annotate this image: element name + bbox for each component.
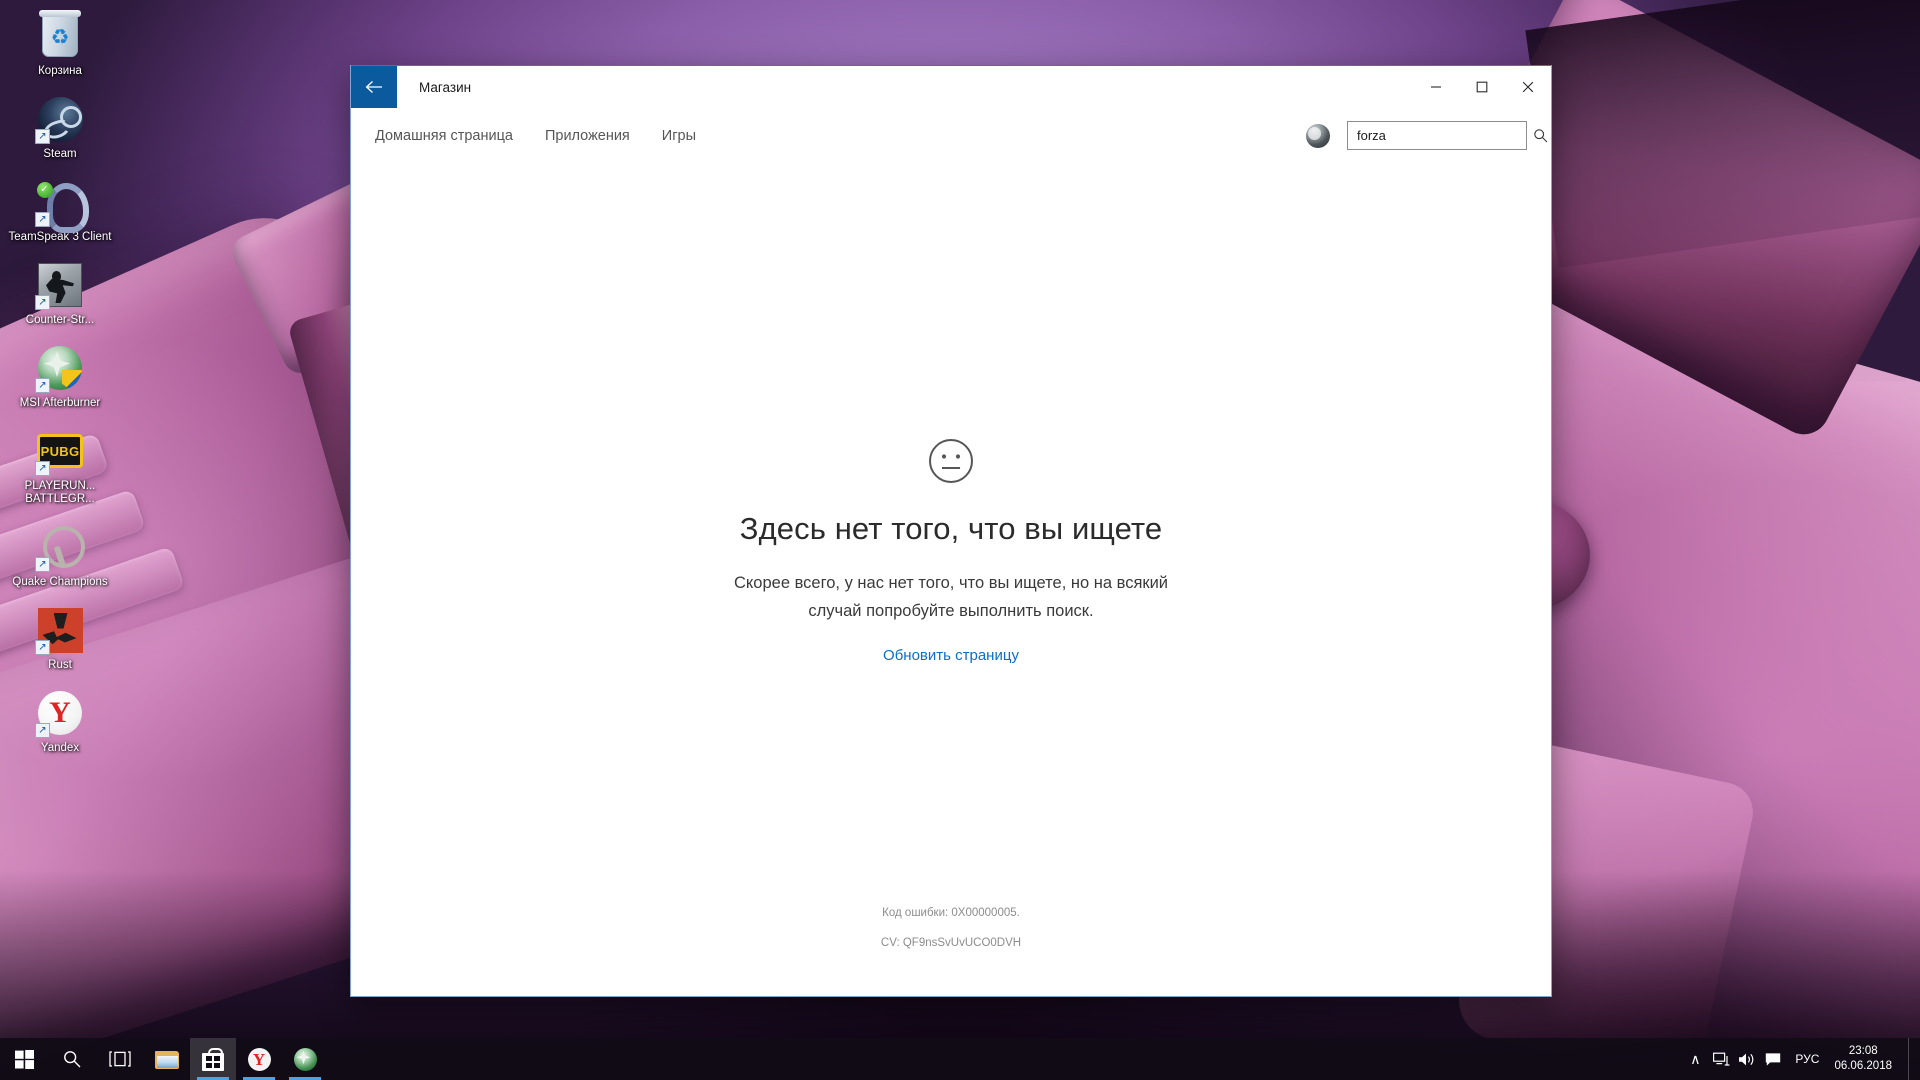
desktop-icon-label: Counter-Str... <box>25 314 95 326</box>
store-nav-right <box>1306 121 1548 150</box>
desktop-icon-steam[interactable]: ↗ Steam <box>0 89 120 163</box>
error-cv: CV: QF9nsSvUvUCO0DVH <box>880 937 1022 949</box>
desktop-icon-quake-champions[interactable]: ↗ Quake Champions <box>0 517 120 591</box>
language-indicator[interactable]: РУС <box>1786 1038 1828 1080</box>
pubg-icon: PUBG ↗ <box>35 427 84 476</box>
desktop-icon-label: Rust <box>48 659 72 671</box>
window-title: Магазин <box>419 79 472 95</box>
yandex-icon: Y <box>247 1047 271 1071</box>
desktop-icon-label: TeamSpeak 3 Client <box>8 231 112 243</box>
window-titlebar[interactable]: Магазин <box>351 65 1551 108</box>
desktop-icon-label: Корзина <box>38 65 82 77</box>
back-arrow-icon <box>365 81 382 93</box>
refresh-page-link[interactable]: Обновить страницу <box>883 647 1019 664</box>
desktop-screen: Корзина ↗ Steam ↗ TeamSpeak 3 Client ↗ C… <box>0 0 1920 1080</box>
magnifier-glyph <box>1534 129 1548 143</box>
tray-chevron-up-icon[interactable]: ∧ <box>1682 1038 1708 1080</box>
taskbar-yandex-browser[interactable]: Y <box>236 1038 282 1080</box>
desktop-icon-rust[interactable]: ↗ Rust <box>0 600 120 674</box>
close-icon <box>1522 81 1534 93</box>
shortcut-overlay-icon: ↗ <box>35 557 50 572</box>
search-input[interactable] <box>1357 128 1533 143</box>
avatar[interactable] <box>1306 123 1330 148</box>
msi-afterburner-icon <box>293 1047 317 1071</box>
search-icon <box>64 1051 81 1068</box>
store-nav-links: Домашняя страница Приложения Игры <box>373 122 698 150</box>
action-center-glyph <box>1766 1052 1781 1066</box>
desktop-icon-yandex[interactable]: Y ↗ Yandex <box>0 683 120 757</box>
desktop-icon-label: MSI Afterburner <box>19 397 101 409</box>
store-content-area: Здесь нет того, что вы ищете Скорее всег… <box>351 163 1551 996</box>
desktop-icon-msi-afterburner[interactable]: ↗ MSI Afterburner <box>0 338 120 412</box>
desktop-icon-label: Steam <box>43 148 77 160</box>
shortcut-overlay-icon: ↗ <box>35 129 50 144</box>
msi-afterburner-icon: ↗ <box>35 344 84 393</box>
yandex-icon: Y ↗ <box>35 689 84 738</box>
desktop-icon-counter-strike[interactable]: ↗ Counter-Str... <box>0 255 120 329</box>
shortcut-overlay-icon: ↗ <box>35 212 50 227</box>
minimize-icon <box>1431 86 1441 88</box>
store-navbar: Домашняя страница Приложения Игры <box>351 108 1551 163</box>
maximize-icon <box>1476 81 1488 93</box>
taskbar-msi-afterburner[interactable] <box>282 1038 328 1080</box>
clock-time: 23:08 <box>1848 1045 1878 1057</box>
steam-icon: ↗ <box>35 95 84 144</box>
counter-strike-icon: ↗ <box>35 261 84 310</box>
recycle-bin-icon <box>36 10 84 60</box>
search-icon[interactable] <box>1533 128 1548 143</box>
error-footer: Код ошибки: 0X00000005. CV: QF9nsSvUvUCO… <box>351 898 1551 958</box>
caption-button-group <box>1413 66 1551 108</box>
notification-icon[interactable] <box>1760 1038 1786 1080</box>
rust-icon: ↗ <box>35 606 84 655</box>
shortcut-overlay-icon: ↗ <box>35 295 50 310</box>
desktop-icon-label: Yandex <box>40 742 80 754</box>
network-glyph <box>1712 1052 1730 1066</box>
microsoft-store-window: Магазин Домашняя страница Приложения Игр… <box>350 65 1552 997</box>
shortcut-overlay-icon: ↗ <box>35 378 50 393</box>
task-view-button[interactable] <box>96 1038 144 1080</box>
taskbar-file-explorer[interactable] <box>144 1038 190 1080</box>
error-code: Код ошибки: 0X00000005. <box>882 907 1020 919</box>
store-bag-icon <box>202 1047 224 1071</box>
teamspeak-icon: ↗ <box>35 178 89 233</box>
desktop-icon-label: PLAYERUN... BATTLEGR... <box>24 480 96 505</box>
taskbar: Y ∧ РУС 23:08 06.06.2018 <box>0 1038 1920 1080</box>
network-icon[interactable] <box>1708 1038 1734 1080</box>
desktop-icon-list: Корзина ↗ Steam ↗ TeamSpeak 3 Client ↗ C… <box>0 6 120 766</box>
task-view-icon <box>109 1051 131 1067</box>
error-body: Скорее всего, у нас нет того, что вы ище… <box>733 574 1169 620</box>
shortcut-overlay-icon: ↗ <box>35 723 50 738</box>
shortcut-overlay-icon: ↗ <box>35 461 50 476</box>
neutral-face-icon <box>928 438 974 489</box>
close-button[interactable] <box>1505 66 1551 108</box>
taskbar-search-button[interactable] <box>48 1038 96 1080</box>
desktop-icon-label: Quake Champions <box>12 576 108 588</box>
clock[interactable]: 23:08 06.06.2018 <box>1828 1038 1904 1080</box>
desktop-icon-teamspeak[interactable]: ↗ TeamSpeak 3 Client <box>0 172 120 246</box>
back-button[interactable] <box>351 66 397 108</box>
quake-champions-icon: ↗ <box>35 523 85 572</box>
desktop-icon-recycle-bin[interactable]: Корзина <box>0 6 120 80</box>
volume-glyph <box>1739 1053 1754 1065</box>
volume-icon[interactable] <box>1734 1038 1760 1080</box>
nav-apps[interactable]: Приложения <box>543 122 632 150</box>
minimize-button[interactable] <box>1413 66 1459 108</box>
taskbar-microsoft-store[interactable] <box>190 1038 236 1080</box>
folder-icon <box>155 1050 179 1069</box>
windows-logo-icon <box>14 1049 34 1069</box>
system-tray: ∧ РУС 23:08 06.06.2018 <box>1682 1038 1920 1080</box>
start-button[interactable] <box>0 1038 48 1080</box>
nav-home[interactable]: Домашняя страница <box>373 122 515 150</box>
search-box[interactable] <box>1347 121 1548 150</box>
clock-date: 06.06.2018 <box>1834 1060 1892 1072</box>
shortcut-overlay-icon: ↗ <box>35 640 50 655</box>
error-title: Здесь нет того, что вы ищете <box>739 511 1163 546</box>
nav-games[interactable]: Игры <box>660 122 698 150</box>
desktop-icon-pubg[interactable]: PUBG ↗ PLAYERUN... BATTLEGR... <box>0 421 120 508</box>
maximize-button[interactable] <box>1459 66 1505 108</box>
show-desktop-button[interactable] <box>1908 1038 1914 1080</box>
